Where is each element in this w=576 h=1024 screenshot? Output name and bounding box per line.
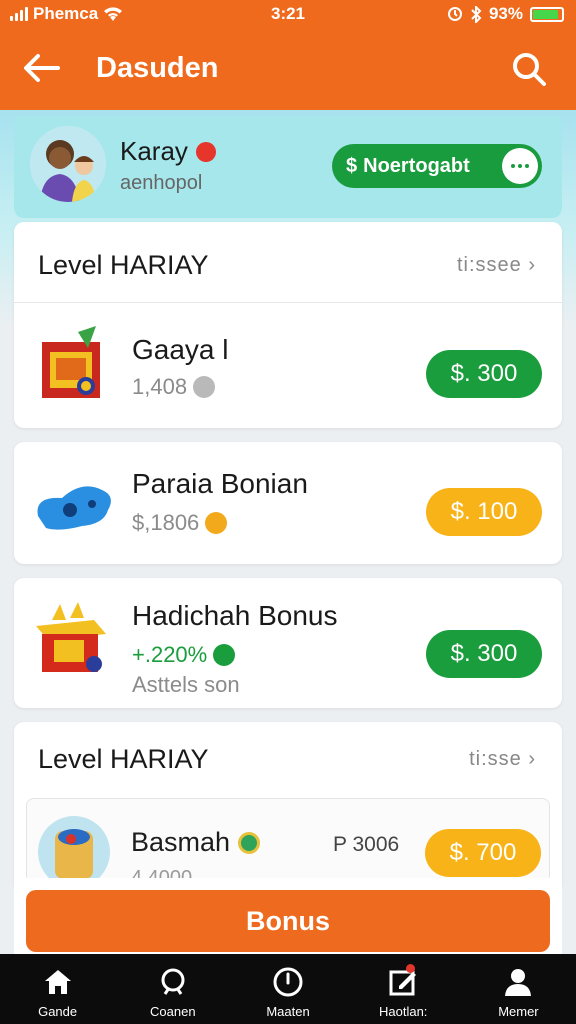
status-right: 93%: [447, 4, 564, 24]
nav-item-edit[interactable]: Haotlan:: [346, 954, 461, 1024]
level-more-link[interactable]: ti:ssee ›: [457, 254, 536, 277]
level-more-label: ti:ssee: [456, 254, 522, 276]
nav-item-profile[interactable]: Memer: [461, 954, 576, 1024]
coin-icon: [193, 376, 216, 398]
row-sub-value: 1,408: [132, 374, 188, 399]
level-more-label: ti:sse: [469, 748, 522, 770]
profile-name: Karay: [120, 136, 188, 166]
battery-percent: 93%: [488, 4, 523, 23]
level-title: Level HARIAY: [38, 250, 209, 280]
nav-label: Haotlan:: [379, 1004, 428, 1019]
coin-icon: [213, 644, 236, 666]
reward-button[interactable]: $. 300: [426, 630, 542, 678]
nav-item-clock[interactable]: Maaten: [230, 954, 345, 1024]
notification-badge: [405, 964, 415, 973]
bonus-card: Paraia Bonian $,1806 $. 100: [14, 442, 562, 564]
row-subtitle: $,1806: [132, 510, 228, 536]
row-subtitle: +.220%: [132, 642, 236, 668]
search-icon[interactable]: [510, 50, 548, 88]
bonus-button[interactable]: Bonus: [26, 890, 550, 952]
status-bar: Phemca 3:21 93%: [0, 0, 576, 30]
reward-button[interactable]: $. 300: [426, 350, 542, 398]
row-subtitle: 1,408: [132, 374, 216, 400]
profile-icon: [505, 969, 532, 996]
row-title: Gaaya l: [132, 334, 229, 365]
row-value: P 3006: [333, 833, 400, 856]
coin-icon: [205, 512, 228, 534]
level-section-2: Level HARIAY ti:sse › Basmah 4.4000 P 30…: [14, 722, 562, 892]
row-title-row: Basmah: [131, 827, 261, 858]
dollar-icon: $: [346, 154, 358, 177]
divider: [14, 302, 562, 303]
avatar[interactable]: [30, 126, 106, 202]
row-sub-value: $,1806: [132, 510, 200, 535]
reward-button[interactable]: $. 700: [425, 829, 541, 877]
level-title: Level HARIAY: [38, 744, 209, 774]
profile-subtitle: aenhopol: [120, 172, 203, 194]
nav-label: Maaten: [266, 1004, 310, 1019]
gear-badge-icon: [238, 831, 261, 854]
reward-button[interactable]: $. 100: [426, 488, 542, 536]
nav-item-home[interactable]: Gande: [0, 954, 115, 1024]
back-arrow-icon[interactable]: [22, 50, 62, 86]
avatar-image: [30, 126, 106, 202]
gift-box-icon: [42, 326, 100, 398]
bonus-card: Hadichah Bonus +.220% Asttels son $. 300: [14, 578, 562, 708]
level-section-1: Level HARIAY ti:ssee › Gaaya l 1,408 $. …: [14, 222, 562, 428]
row-caption: Asttels son: [132, 672, 240, 697]
alarm-icon: [447, 7, 462, 21]
nav-label: Memer: [498, 1004, 539, 1019]
treasure-box-icon: [36, 602, 106, 672]
battery-icon: [530, 6, 564, 22]
toggle-label: Noertogabt: [363, 154, 470, 177]
nav-item-chat[interactable]: Coanen: [115, 954, 230, 1024]
row-title: Basmah: [131, 827, 231, 857]
page-title: Dasuden: [96, 52, 219, 84]
nav-label: Gande: [38, 1004, 78, 1019]
toggle-knob: [502, 148, 538, 184]
verified-badge-icon: [195, 141, 216, 162]
notification-toggle[interactable]: $ Noertogabt: [332, 144, 542, 188]
bluetooth-icon: [471, 5, 482, 23]
profile-card[interactable]: Karay aenhopol $ Noertogabt: [14, 116, 562, 218]
home-icon: [44, 970, 71, 994]
nav-label: Coanen: [150, 1004, 196, 1019]
bottom-nav: Gande Coanen Maaten Haotlan: Memer: [0, 954, 576, 1024]
blue-creature-icon: [37, 486, 111, 530]
row-title: Hadichah Bonus: [132, 600, 338, 631]
app-header: Phemca 3:21 93% Dasuden: [0, 0, 576, 110]
level-more-link[interactable]: ti:sse ›: [469, 748, 536, 771]
row-title: Paraia Bonian: [132, 468, 308, 499]
chat-icon: [161, 968, 185, 995]
row-sub-value: +.220%: [132, 642, 208, 667]
edit-icon: [389, 970, 417, 996]
profile-name-row: Karay: [120, 136, 216, 167]
clock-icon: [273, 967, 303, 997]
